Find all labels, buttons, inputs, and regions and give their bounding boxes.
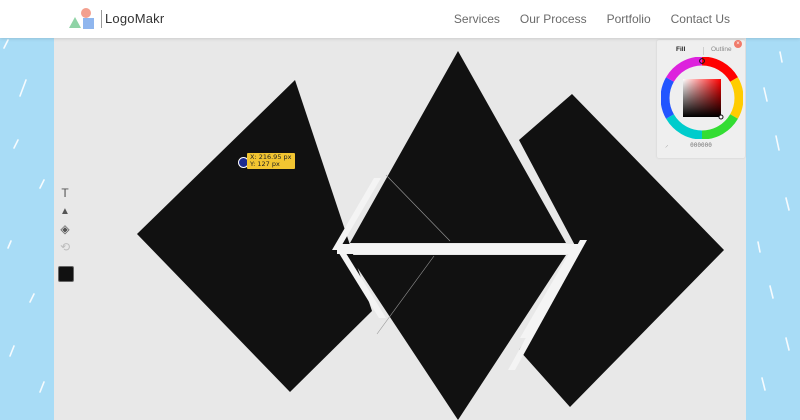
rain-decoration: [3, 39, 45, 393]
color-picker-panel: Fill Outline × ⸝ 000000: [657, 40, 745, 158]
current-color-swatch[interactable]: [58, 266, 74, 282]
rain-decoration: [757, 51, 790, 391]
logo-artwork: [137, 51, 724, 420]
tab-outline[interactable]: Outline: [711, 46, 732, 53]
logo-mark-icon: [69, 8, 94, 29]
shape-tool-button[interactable]: ▲: [56, 203, 74, 219]
text-tool-button[interactable]: T: [56, 185, 74, 201]
logomakr-app: LogoMakr Services Our Process Portfolio …: [0, 0, 800, 420]
nav-link-services[interactable]: Services: [454, 12, 500, 26]
nav-link-contact-us[interactable]: Contact Us: [671, 12, 730, 26]
close-icon[interactable]: ×: [734, 40, 742, 48]
nav-link-portfolio[interactable]: Portfolio: [607, 12, 651, 26]
text-icon: T: [61, 186, 69, 200]
color-panel-tabs: Fill Outline: [657, 45, 745, 57]
coordinate-tooltip: X: 216.95 px Y: 127 px: [247, 153, 295, 169]
right-background: [746, 38, 800, 420]
hex-value-field[interactable]: 000000: [657, 142, 745, 149]
left-diamond-shape[interactable]: [137, 80, 372, 392]
design-canvas[interactable]: X: 216.95 px Y: 127 px: [54, 38, 746, 420]
tooltip-y-value: Y: 127 px: [250, 160, 280, 168]
triangle-icon: ▲: [60, 205, 70, 217]
brand-logo[interactable]: LogoMakr: [68, 6, 208, 32]
top-navigation-bar: LogoMakr Services Our Process Portfolio …: [0, 0, 800, 38]
history-icon: ⟲: [59, 240, 71, 254]
left-toolbar: T ▲ ◈ ⟲: [54, 185, 76, 255]
left-background: [0, 38, 54, 420]
color-wheel[interactable]: [660, 56, 744, 140]
main-nav: Services Our Process Portfolio Contact U…: [454, 0, 730, 38]
hue-ring-icon: [660, 56, 744, 140]
clipart-tool-button[interactable]: ◈: [56, 221, 74, 237]
logo-divider: [101, 10, 102, 28]
tab-fill[interactable]: Fill: [676, 46, 685, 53]
tab-divider: [703, 47, 704, 55]
brand-name: LogoMakr: [105, 11, 165, 26]
nav-link-our-process[interactable]: Our Process: [520, 12, 587, 26]
history-tool-button[interactable]: ⟲: [56, 239, 74, 255]
clipart-icon: ◈: [60, 222, 70, 236]
